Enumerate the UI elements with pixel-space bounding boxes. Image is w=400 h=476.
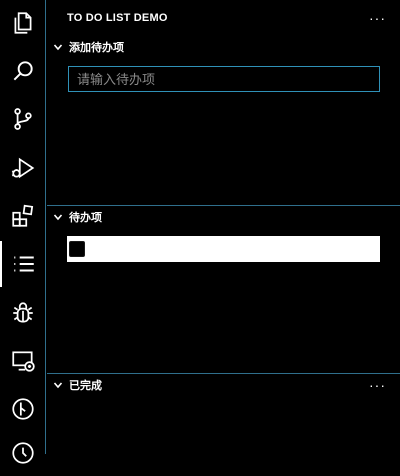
search-icon [13, 61, 33, 81]
activity-todo-list[interactable] [0, 241, 46, 287]
timeline-icon [12, 442, 34, 464]
activity-timeline[interactable] [0, 430, 46, 476]
git-graph-icon [12, 398, 34, 420]
section-label-done: 已完成 [69, 380, 102, 392]
source-control-icon [14, 108, 32, 130]
activity-remote-explorer[interactable] [0, 338, 46, 384]
todo-input-box[interactable] [68, 66, 380, 92]
todo-list-icon [14, 256, 34, 272]
section-header-done[interactable]: 已完成 ··· [47, 374, 400, 396]
more-actions-icon[interactable]: ··· [369, 378, 386, 392]
more-actions-icon[interactable]: ··· [369, 11, 386, 25]
section-label-add: 添加待办项 [69, 42, 124, 54]
remote-explorer-icon [12, 351, 35, 372]
chevron-down-icon [51, 40, 65, 54]
sidebar-title: TO DO LIST DEMO [67, 12, 168, 24]
todo-input[interactable] [77, 71, 371, 87]
section-label-pending: 待办项 [69, 212, 102, 224]
activity-source-control[interactable] [0, 96, 46, 142]
bug-icon [13, 302, 33, 323]
activity-bar [0, 0, 46, 464]
activity-explorer[interactable] [0, 0, 46, 46]
sidebar: TO DO LIST DEMO ··· 添加待办项 待办项 已完成 ··· [47, 0, 400, 454]
activity-git-graph[interactable] [0, 386, 46, 432]
activity-run-debug[interactable] [0, 145, 46, 191]
activity-debug[interactable] [0, 290, 46, 336]
extensions-icon [12, 204, 34, 227]
run-debug-icon [11, 157, 35, 179]
chevron-down-icon [51, 378, 65, 392]
section-header-pending[interactable]: 待办项 [47, 206, 400, 228]
files-icon [14, 12, 32, 34]
todo-list-item[interactable] [67, 236, 380, 262]
sidebar-header: TO DO LIST DEMO ··· [47, 0, 400, 36]
chevron-down-icon [51, 210, 65, 224]
todo-checkbox[interactable] [69, 241, 85, 257]
activity-extensions[interactable] [0, 193, 46, 239]
activity-search[interactable] [0, 48, 46, 94]
section-header-add[interactable]: 添加待办项 [47, 36, 400, 58]
